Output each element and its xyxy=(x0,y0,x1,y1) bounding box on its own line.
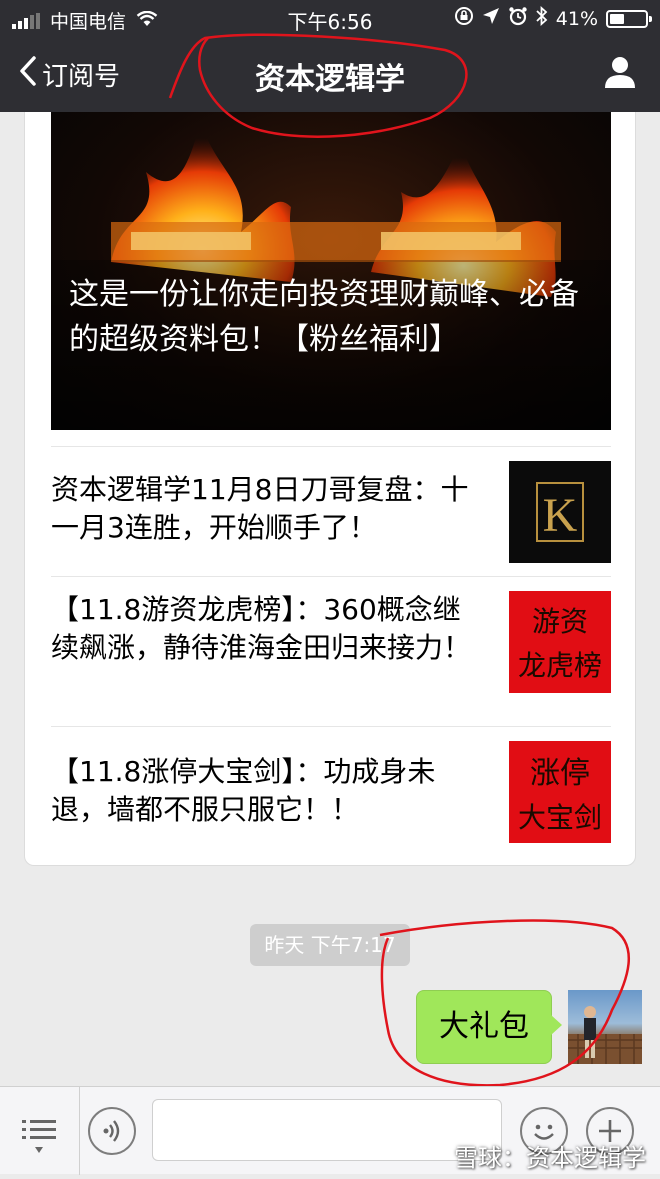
list-item[interactable]: 【11.8涨停大宝剑】：功成身未退，墙都不服只服它！！ 涨停 大宝剑 xyxy=(51,726,611,867)
cover-article[interactable]: 这是一份让你走向投资理财巅峰、必备的超级资料包！【粉丝福利】 xyxy=(51,112,611,430)
item-title: 资本逻辑学11月8日刀哥复盘：十一月3连胜，开始顺手了！ xyxy=(51,473,469,544)
menu-toggle-button[interactable] xyxy=(0,1087,80,1175)
page-title: 资本逻辑学 xyxy=(255,62,405,97)
battery-level xyxy=(610,13,624,24)
alarm-icon xyxy=(508,6,528,31)
voice-button[interactable] xyxy=(88,1107,136,1155)
thumbnail-youzi: 游资 龙虎榜 xyxy=(509,591,611,693)
thumbnail-zhangting: 涨停 大宝剑 xyxy=(509,741,611,843)
cover-title: 这是一份让你走向投资理财巅峰、必备的超级资料包！【粉丝福利】 xyxy=(69,277,579,357)
nav-bar: 订阅号 资本逻辑学 xyxy=(0,36,660,112)
timestamp-pill: 昨天 下午7:17 xyxy=(250,924,410,966)
location-icon xyxy=(482,7,500,30)
person-icon xyxy=(602,57,638,94)
avatar[interactable] xyxy=(568,990,642,1064)
thumb-line-2: 大宝剑 xyxy=(518,802,602,834)
thumb-line-1: 涨停 xyxy=(530,757,590,790)
thumb-line-2: 龙虎榜 xyxy=(518,650,602,682)
message-bubble[interactable]: 大礼包 xyxy=(416,990,562,1064)
watermark: 雪球：资本逻辑学 xyxy=(454,1144,646,1172)
item-title: 【11.8游资龙虎榜】：360概念继续飙涨，静待淮海金田归来接力！ xyxy=(51,593,472,664)
message-input[interactable] xyxy=(152,1099,502,1161)
item-title: 【11.8涨停大宝剑】：功成身未退，墙都不服只服它！！ xyxy=(51,755,436,826)
battery-percent: 41% xyxy=(555,7,598,30)
lock-rotation-icon xyxy=(454,6,474,31)
bluetooth-icon xyxy=(536,5,548,31)
thumb-line-1: 游资 xyxy=(532,606,588,638)
voice-icon xyxy=(90,1120,134,1157)
status-bar: 中国电信 下午6:56 41% xyxy=(0,0,660,36)
list-item[interactable]: 资本逻辑学11月8日刀哥复盘：十一月3连胜，开始顺手了！ K xyxy=(51,446,611,577)
list-icon xyxy=(0,1120,80,1179)
thumb-k-letter: K xyxy=(543,489,578,542)
battery-icon xyxy=(606,9,652,28)
article-card: 这是一份让你走向投资理财巅峰、必备的超级资料包！【粉丝福利】 资本逻辑学11月8… xyxy=(24,112,636,866)
profile-button[interactable] xyxy=(602,54,638,94)
thumbnail-k: K xyxy=(509,461,611,563)
list-item[interactable]: 【11.8游资龙虎榜】：360概念继续飙涨，静待淮海金田归来接力！ 游资 龙虎榜 xyxy=(51,576,611,727)
